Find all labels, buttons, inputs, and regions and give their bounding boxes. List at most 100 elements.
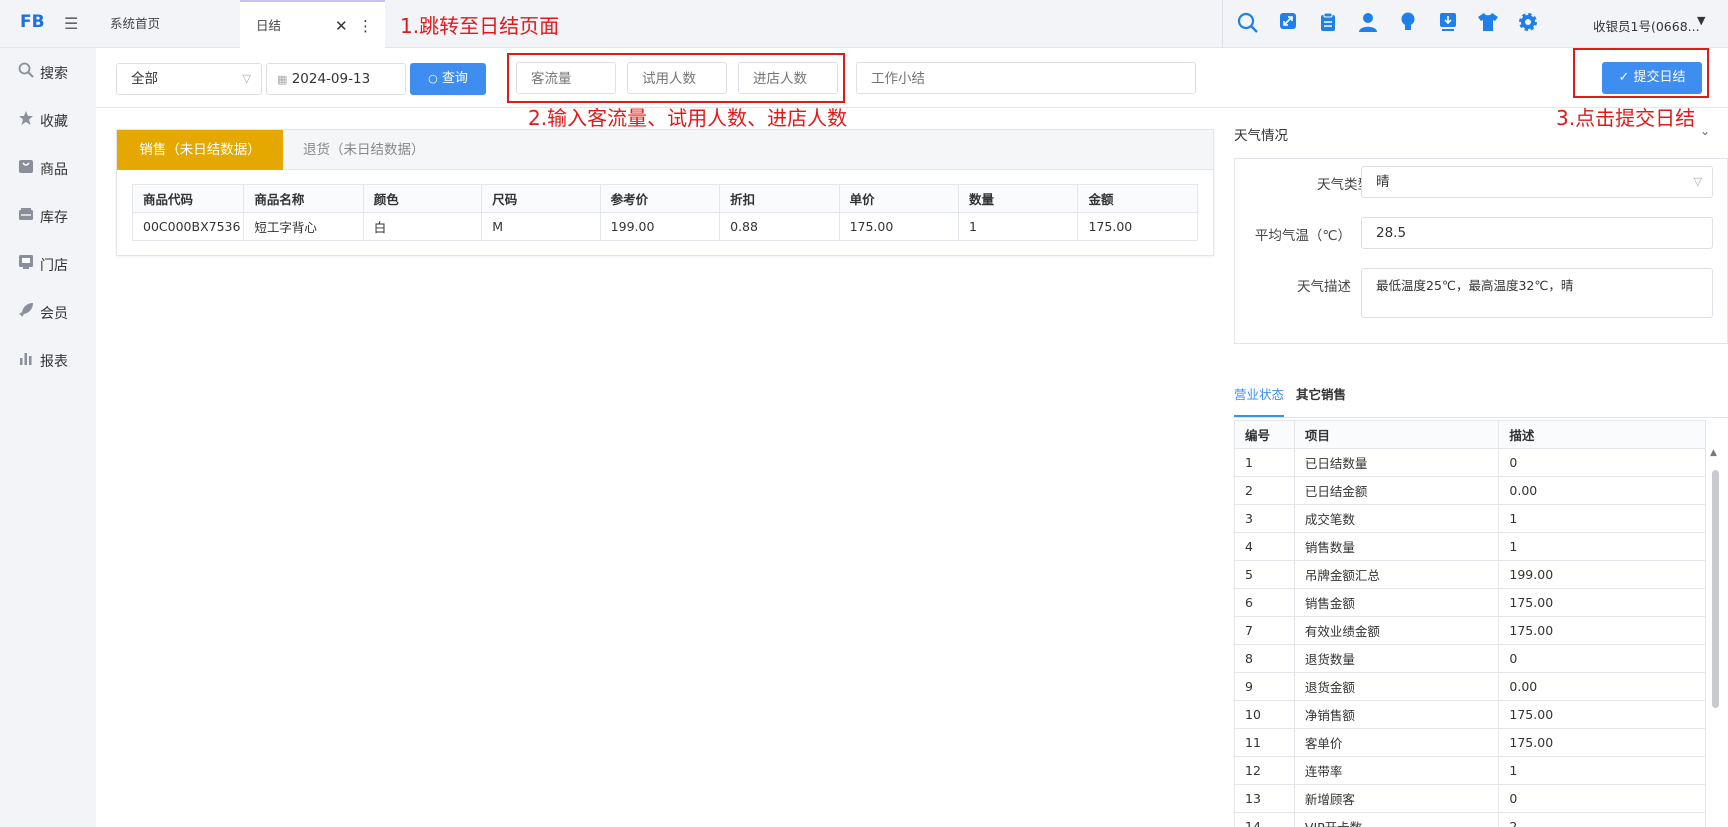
- weather-section-title[interactable]: 天气情况: [1234, 124, 1288, 144]
- column-header[interactable]: 商品名称: [243, 184, 364, 213]
- work-summary-input[interactable]: [856, 62, 1196, 94]
- sidebar: 搜索 收藏 商品 库存 门店 会员 报表: [0, 48, 95, 827]
- cell-item: 成交笔数: [1293, 504, 1500, 533]
- table-row[interactable]: 9 退货金额 0.00: [1234, 672, 1706, 701]
- sidebar-item-reports[interactable]: 报表: [18, 349, 68, 373]
- tab-returns-unsettled[interactable]: 退货（未日结数据）: [303, 130, 425, 170]
- calendar-icon: ▦: [277, 73, 288, 86]
- sidebar-item-label: 商品: [40, 162, 68, 178]
- cell-quantity: 1: [958, 212, 1079, 241]
- cell-item: 退货金额: [1293, 672, 1500, 701]
- cell-value: 1: [1498, 504, 1706, 533]
- cell-index: 5: [1234, 560, 1295, 589]
- search-icon[interactable]: [1236, 12, 1260, 36]
- column-header[interactable]: 参考价: [599, 184, 721, 213]
- top-bar: FB ☰ 系统首页 日结 ✕ ⋮ 1.跳转至日结页面 收银员1号(0668...…: [0, 0, 1728, 48]
- sidebar-item-store[interactable]: 门店: [18, 253, 68, 277]
- column-header[interactable]: 单价: [838, 184, 960, 213]
- table-row[interactable]: 2 已日结金额 0.00: [1234, 476, 1706, 505]
- tab-business-status[interactable]: 营业状态: [1234, 384, 1285, 417]
- chevron-down-icon[interactable]: ▼: [1697, 14, 1705, 27]
- column-header[interactable]: 金额: [1077, 184, 1198, 213]
- close-icon[interactable]: ✕: [335, 2, 348, 50]
- sidebar-item-members[interactable]: 会员: [18, 301, 68, 325]
- tab-other-sales[interactable]: 其它销售: [1296, 384, 1346, 403]
- cell-unit-price: 175.00: [838, 212, 960, 241]
- sidebar-item-products[interactable]: 商品: [18, 157, 68, 181]
- table-row[interactable]: 13 新增顾客 0: [1234, 784, 1706, 813]
- annotation-box-inputs: [507, 53, 845, 103]
- scope-select-value: 全部: [131, 71, 158, 87]
- cell-value: 175.00: [1498, 616, 1706, 645]
- table-row[interactable]: 8 退货数量 0: [1234, 644, 1706, 673]
- date-value: 2024-09-13: [291, 71, 371, 87]
- sales-table: 商品代码 商品名称 颜色 尺码 参考价 折扣 单价 数量 金额 00C000BX…: [131, 184, 1198, 241]
- date-picker[interactable]: ▦ 2024-09-13: [266, 63, 406, 95]
- column-header[interactable]: 项目: [1293, 420, 1500, 449]
- column-header[interactable]: 描述: [1498, 420, 1706, 449]
- cell-item: 新增顾客: [1293, 784, 1500, 813]
- column-header[interactable]: 尺码: [481, 184, 601, 213]
- user-label[interactable]: 收银员1号(0668...: [1593, 16, 1700, 35]
- column-header[interactable]: 颜色: [362, 184, 483, 213]
- search-icon: ○: [428, 72, 438, 85]
- chevron-down-icon[interactable]: ⌄: [1700, 124, 1710, 138]
- scroll-thumb[interactable]: [1712, 470, 1719, 708]
- clipboard-icon[interactable]: [1316, 12, 1340, 36]
- column-header[interactable]: 商品代码: [131, 184, 245, 213]
- chevron-down-icon: ▽: [242, 72, 251, 85]
- scope-select[interactable]: 全部 ▽: [116, 63, 262, 95]
- scroll-up-icon[interactable]: ▲: [1710, 448, 1717, 458]
- column-header[interactable]: 编号: [1234, 420, 1295, 449]
- cell-index: 14: [1234, 812, 1295, 827]
- cell-product-code: 00C000BX7536: [131, 212, 245, 241]
- cell-index: 11: [1234, 728, 1295, 757]
- expand-icon[interactable]: [1276, 12, 1300, 36]
- table-row[interactable]: 7 有效业绩金额 175.00: [1234, 616, 1706, 645]
- avg-temp-input[interactable]: 28.5: [1361, 217, 1713, 249]
- table-row[interactable]: 12 连带率 1: [1234, 756, 1706, 785]
- toolbar: 全部 ▽ ▦ 2024-09-13 ○ 查询 ✓ 提交日结: [96, 48, 1728, 108]
- tab-daily-settlement[interactable]: 日结 ✕ ⋮: [240, 0, 385, 48]
- table-scrollbar[interactable]: ▲: [1710, 448, 1720, 827]
- cell-item: 有效业绩金额: [1293, 616, 1500, 645]
- table-row[interactable]: 00C000BX7536 短工字背心 白 M 199.00 0.88 175.0…: [131, 212, 1198, 241]
- chart-icon: [18, 349, 40, 373]
- menu-toggle-icon[interactable]: ☰: [64, 14, 78, 33]
- sidebar-item-inventory[interactable]: 库存: [18, 205, 68, 229]
- sidebar-item-favorites[interactable]: 收藏: [18, 109, 68, 133]
- shirt-icon[interactable]: [1476, 12, 1500, 36]
- column-header[interactable]: 折扣: [719, 184, 840, 213]
- weather-desc-textarea[interactable]: 最低温度25℃，最高温度32℃，晴: [1361, 268, 1713, 318]
- tab-home[interactable]: 系统首页: [110, 0, 160, 48]
- table-row[interactable]: 14VIP开卡数2: [1234, 812, 1706, 827]
- gear-icon[interactable]: [1516, 12, 1540, 36]
- cell-item: 已日结数量: [1293, 448, 1500, 477]
- table-row[interactable]: 1 已日结数量 0: [1234, 448, 1706, 477]
- download-icon[interactable]: [1436, 12, 1460, 36]
- user-icon[interactable]: [1356, 12, 1380, 36]
- table-row[interactable]: 10 净销售额 175.00: [1234, 700, 1706, 729]
- bulb-icon[interactable]: [1396, 12, 1420, 36]
- more-icon[interactable]: ⋮: [358, 2, 373, 50]
- table-row[interactable]: 11 客单价 175.00: [1234, 728, 1706, 757]
- cell-size: M: [481, 212, 601, 241]
- column-header[interactable]: 数量: [958, 184, 1079, 213]
- query-button[interactable]: ○ 查询: [410, 63, 486, 95]
- table-row[interactable]: 3 成交笔数 1: [1234, 504, 1706, 533]
- table-row[interactable]: 4 销售数量 1: [1234, 532, 1706, 561]
- sidebar-item-search[interactable]: 搜索: [18, 61, 68, 85]
- weather-type-value: 晴: [1376, 174, 1390, 190]
- weather-type-select[interactable]: 晴 ▽: [1361, 166, 1713, 198]
- cell-item: 净销售额: [1293, 700, 1500, 729]
- cell-index: 13: [1234, 784, 1295, 813]
- cell-value: 0.00: [1498, 672, 1706, 701]
- tab-sales-unsettled[interactable]: 销售（未日结数据）: [117, 130, 283, 170]
- table-row[interactable]: 6 销售金额 175.00: [1234, 588, 1706, 617]
- cell-item: 吊牌金额汇总: [1293, 560, 1500, 589]
- cell-index: 1: [1234, 448, 1295, 477]
- app-logo[interactable]: FB: [20, 12, 45, 36]
- cell-product-name: 短工字背心: [243, 212, 364, 241]
- table-row[interactable]: 5 吊牌金额汇总 199.00: [1234, 560, 1706, 589]
- cell-index: 4: [1234, 532, 1295, 561]
